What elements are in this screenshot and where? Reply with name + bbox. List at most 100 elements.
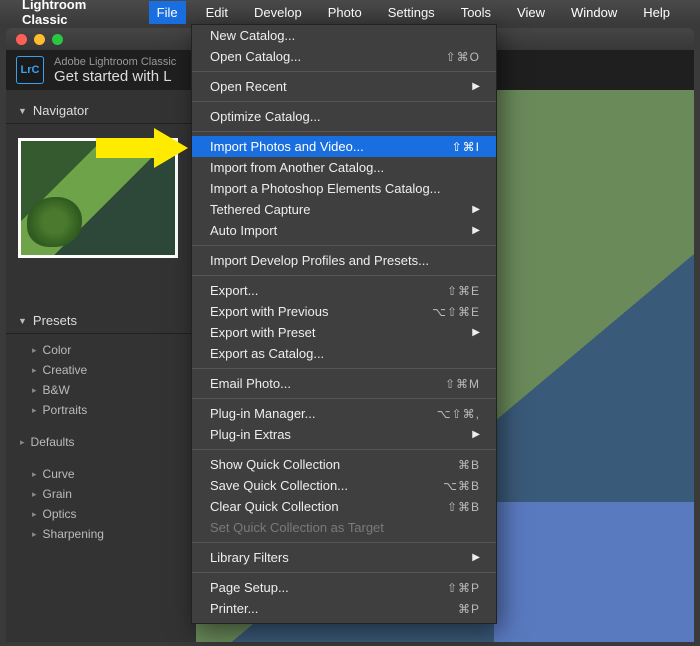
menu-item-shortcut: ⇧⌘M	[445, 377, 480, 391]
menu-item-export[interactable]: Export... ⇧⌘E	[192, 280, 496, 301]
menu-item-plug-in-manager[interactable]: Plug-in Manager...⌥⇧⌘,	[192, 403, 496, 424]
menu-separator	[192, 71, 496, 72]
menu-item-show-quick-collection[interactable]: Show Quick Collection ⌘B	[192, 454, 496, 475]
left-sidebar: ▼ Navigator ▼ Presets ColorCreativeB&WPo…	[6, 90, 196, 642]
menu-item-shortcut: ⌘B	[458, 458, 480, 472]
menu-item-label: Export with Previous	[210, 304, 329, 319]
presets-label: Presets	[33, 313, 77, 328]
menu-item-label: Import Develop Profiles and Presets...	[210, 253, 429, 268]
menu-item-label: Export...	[210, 283, 258, 298]
menu-item-import-develop-profiles-and-presets[interactable]: Import Develop Profiles and Presets...	[192, 250, 496, 271]
menu-item-label: Export with Preset	[210, 325, 316, 340]
menubar-item-view[interactable]: View	[511, 3, 551, 22]
menu-item-label: Import Photos and Video...	[210, 139, 364, 154]
menu-item-open-catalog[interactable]: Open Catalog...⇧⌘O	[192, 46, 496, 67]
menu-item-label: Optimize Catalog...	[210, 109, 321, 124]
menu-separator	[192, 542, 496, 543]
menubar-item-tools[interactable]: Tools	[455, 3, 497, 22]
menubar-item-settings[interactable]: Settings	[382, 3, 441, 22]
menu-item-shortcut: ⇧⌘O	[446, 50, 480, 64]
sidebar-item-defaults[interactable]: Defaults	[20, 432, 196, 452]
menu-item-import-a-photoshop-elements-catalog[interactable]: Import a Photoshop Elements Catalog...	[192, 178, 496, 199]
menu-item-shortcut: ⇧⌘I	[452, 140, 480, 154]
menu-item-shortcut: ⌘P	[458, 602, 480, 616]
menu-item-auto-import[interactable]: Auto Import ▶	[192, 220, 496, 241]
close-icon[interactable]	[16, 34, 27, 45]
menu-separator	[192, 449, 496, 450]
menu-item-label: Auto Import	[210, 223, 277, 238]
chevron-right-icon: ▶	[472, 204, 480, 215]
presets-panel-header[interactable]: ▼ Presets	[6, 308, 196, 334]
menu-separator	[192, 572, 496, 573]
mac-menubar: Lightroom Classic File Edit Develop Photo Se…	[0, 0, 700, 24]
menu-separator	[192, 368, 496, 369]
preset-group-grain[interactable]: Grain	[32, 484, 196, 504]
menu-item-shortcut: ⌥⌘B	[443, 479, 480, 493]
menu-item-label: New Catalog...	[210, 28, 295, 43]
menu-item-open-recent[interactable]: Open Recent▶	[192, 76, 496, 97]
preset-group-b-w[interactable]: B&W	[32, 380, 196, 400]
menu-item-library-filters[interactable]: Library Filters ▶	[192, 547, 496, 568]
menu-item-new-catalog[interactable]: New Catalog...	[192, 25, 496, 46]
app-logo-icon: LrC	[16, 56, 44, 84]
navigator-label: Navigator	[33, 103, 89, 118]
menu-separator	[192, 275, 496, 276]
menu-item-export-as-catalog[interactable]: Export as Catalog...	[192, 343, 496, 364]
navigator-panel-header[interactable]: ▼ Navigator	[6, 98, 196, 124]
menu-item-label: Library Filters	[210, 550, 289, 565]
menu-item-printer[interactable]: Printer... ⌘P	[192, 598, 496, 619]
minimize-icon[interactable]	[34, 34, 45, 45]
menubar-item-edit[interactable]: Edit	[200, 3, 234, 22]
menu-item-shortcut: ⇧⌘P	[447, 581, 480, 595]
menu-separator	[192, 101, 496, 102]
preset-group-color[interactable]: Color	[32, 340, 196, 360]
menu-item-clear-quick-collection[interactable]: Clear Quick Collection⇧⌘B	[192, 496, 496, 517]
menu-item-label: Printer...	[210, 601, 258, 616]
menu-item-shortcut: ⌥⇧⌘,	[437, 407, 480, 421]
menu-item-label: Set Quick Collection as Target	[210, 520, 384, 535]
preset-group-portraits[interactable]: Portraits	[32, 400, 196, 420]
chevron-right-icon: ▶	[472, 429, 480, 440]
menu-item-export-with-preset[interactable]: Export with Preset ▶	[192, 322, 496, 343]
preset-group-curve[interactable]: Curve	[32, 464, 196, 484]
menu-item-plug-in-extras[interactable]: Plug-in Extras ▶	[192, 424, 496, 445]
menu-item-email-photo[interactable]: Email Photo...⇧⌘M	[192, 373, 496, 394]
header-title: Get started with L	[54, 68, 176, 85]
menu-item-shortcut: ⇧⌘B	[447, 500, 480, 514]
menu-item-optimize-catalog[interactable]: Optimize Catalog...	[192, 106, 496, 127]
navigator-thumbnail[interactable]	[18, 138, 178, 258]
menu-item-tethered-capture[interactable]: Tethered Capture ▶	[192, 199, 496, 220]
menu-item-import-photos-and-video[interactable]: Import Photos and Video... ⇧⌘I	[192, 136, 496, 157]
menu-item-label: Import a Photoshop Elements Catalog...	[210, 181, 441, 196]
menu-item-page-setup[interactable]: Page Setup... ⇧⌘P	[192, 577, 496, 598]
menu-item-shortcut: ⌥⇧⌘E	[432, 305, 480, 319]
menubar-item-develop[interactable]: Develop	[248, 3, 308, 22]
menu-item-label: Tethered Capture	[210, 202, 310, 217]
menu-item-export-with-previous[interactable]: Export with Previous ⌥⇧⌘E	[192, 301, 496, 322]
menu-item-save-quick-collection[interactable]: Save Quick Collection... ⌥⌘B	[192, 475, 496, 496]
menu-separator	[192, 131, 496, 132]
chevron-right-icon: ▶	[472, 225, 480, 236]
menubar-item-file[interactable]: File	[149, 1, 186, 24]
menu-item-label: Import from Another Catalog...	[210, 160, 384, 175]
preset-group-optics[interactable]: Optics	[32, 504, 196, 524]
menubar-item-help[interactable]: Help	[637, 3, 676, 22]
menubar-item-window[interactable]: Window	[565, 3, 623, 22]
menu-item-import-from-another-catalog[interactable]: Import from Another Catalog...	[192, 157, 496, 178]
menu-item-set-quick-collection-as-target: Set Quick Collection as Target	[192, 517, 496, 538]
menubar-item-photo[interactable]: Photo	[322, 3, 368, 22]
preset-group-sharpening[interactable]: Sharpening	[32, 524, 196, 544]
zoom-icon[interactable]	[52, 34, 63, 45]
header-subtitle: Adobe Lightroom Classic	[54, 56, 176, 68]
menu-item-label: Export as Catalog...	[210, 346, 324, 361]
chevron-right-icon: ▶	[472, 552, 480, 563]
menu-separator	[192, 398, 496, 399]
menu-item-label: Page Setup...	[210, 580, 289, 595]
menu-item-label: Plug-in Extras	[210, 427, 291, 442]
menu-item-label: Save Quick Collection...	[210, 478, 348, 493]
chevron-right-icon: ▶	[472, 327, 480, 338]
menubar-app-name[interactable]: Lightroom Classic	[22, 0, 135, 27]
preset-group-creative[interactable]: Creative	[32, 360, 196, 380]
menu-item-label: Show Quick Collection	[210, 457, 340, 472]
menu-item-shortcut: ⇧⌘E	[447, 284, 480, 298]
